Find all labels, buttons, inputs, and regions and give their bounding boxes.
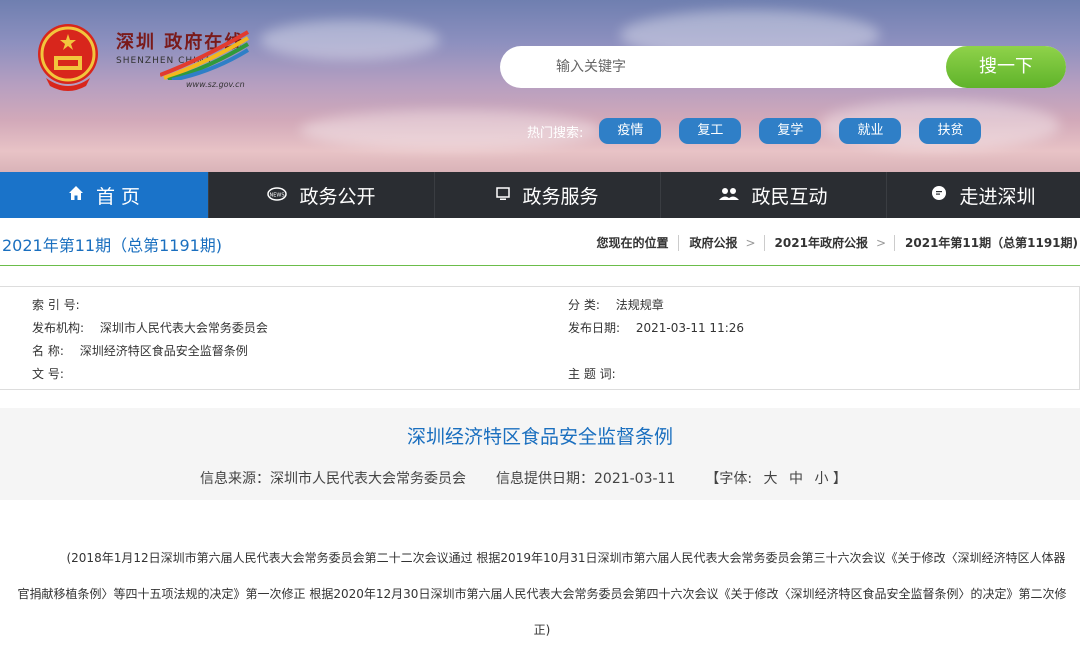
nav-item-gov-services[interactable]: 政务服务 <box>435 172 661 218</box>
document-meta: 索 引 号: 发布机构: 深圳市人民代表大会常务委员会 名 称: 深圳经济特区食… <box>0 286 1080 390</box>
breadcrumb-link[interactable]: 2021年政府公报 <box>775 234 868 251</box>
meta-category: 分 类: 法规规章 <box>568 296 664 313</box>
breadcrumb-bar: 2021年第11期（总第1191期) 您现在的位置 政府公报 > 2021年政府… <box>0 218 1080 266</box>
logo-url: www.sz.gov.cn <box>186 80 245 89</box>
nav-item-home[interactable]: 首 页 <box>0 172 209 218</box>
meta-value: 深圳市人民代表大会常务委员会 <box>99 321 268 335</box>
hot-tag[interactable]: 复工 <box>679 118 742 144</box>
monitor-icon <box>496 186 511 205</box>
meta-value: 法规规章 <box>615 298 664 312</box>
home-icon <box>68 185 84 205</box>
hot-search: 热门搜索: 疫情 复工 复学 就业 扶贫 <box>527 118 999 144</box>
font-size-control: 【字体: 大 中 小 】 <box>705 468 847 488</box>
font-large-button[interactable]: 大 <box>764 471 778 487</box>
meta-value: 深圳经济特区食品安全监督条例 <box>79 344 248 358</box>
people-icon <box>719 186 740 205</box>
nav-label: 政务公开 <box>299 185 376 208</box>
meta-key: 主 题 词: <box>568 367 616 381</box>
font-small-button[interactable]: 小 <box>814 471 828 487</box>
divider <box>678 234 680 251</box>
nav-item-about-shenzhen[interactable]: 走进深圳 <box>887 172 1080 218</box>
hot-tag[interactable]: 就业 <box>839 118 902 144</box>
hot-tag[interactable]: 复学 <box>759 118 822 144</box>
document-title: 深圳经济特区食品安全监督条例 <box>406 426 673 448</box>
logo-wing-icon <box>160 30 250 80</box>
nav-label: 首 页 <box>95 185 141 208</box>
meta-org: 发布机构: 深圳市人民代表大会常务委员会 <box>32 319 268 336</box>
font-medium-button[interactable]: 中 <box>789 471 803 487</box>
meta-topic: 主 题 词: <box>568 365 632 382</box>
search-button[interactable]: 搜一下 <box>946 46 1066 88</box>
meta-key: 名 称: <box>32 344 64 358</box>
hot-search-label: 热门搜索: <box>527 125 584 141</box>
meta-date: 发布日期: 2021-03-11 11:26 <box>568 319 744 336</box>
meta-key: 发布机构: <box>32 321 85 335</box>
info-source: 信息来源：深圳市人民代表大会常务委员会 <box>200 471 466 487</box>
meta-key: 文 号: <box>32 367 64 381</box>
nav-label: 政民互动 <box>751 185 828 208</box>
issue-title: 2021年第11期（总第1191期) <box>2 236 223 255</box>
banner-cloud <box>260 20 440 60</box>
chevron-right-icon: > <box>875 235 887 250</box>
meta-key: 发布日期: <box>568 321 621 335</box>
search-input[interactable] <box>556 46 936 88</box>
nav-label: 走进深圳 <box>959 185 1036 208</box>
document-header: 深圳经济特区食品安全监督条例 信息来源：深圳市人民代表大会常务委员会 信息提供日… <box>0 408 1080 500</box>
nav-label: 政务服务 <box>522 185 599 208</box>
meta-index: 索 引 号: <box>32 296 96 313</box>
font-label-close: 】 <box>832 471 847 487</box>
document-info: 信息来源：深圳市人民代表大会常务委员会 信息提供日期：2021-03-11 【字… <box>200 468 877 488</box>
breadcrumb: 您现在的位置 政府公报 > 2021年政府公报 > 2021年第11期（总第11… <box>596 234 1078 251</box>
breadcrumb-current[interactable]: 2021年第11期（总第1191期) <box>905 234 1078 251</box>
national-emblem-icon <box>38 24 98 91</box>
meta-value: 2021-03-11 11:26 <box>635 321 745 335</box>
font-label: 【字体: <box>705 471 753 487</box>
location-label: 您现在的位置 <box>596 236 669 250</box>
info-date: 信息提供日期：2021-03-11 <box>496 471 676 487</box>
nav-item-interaction[interactable]: 政民互动 <box>661 172 887 218</box>
main-nav: 首 页 NEWS 政务公开 政务服务 政民互动 走进深圳 <box>0 172 1080 218</box>
hot-tag[interactable]: 扶贫 <box>919 118 982 144</box>
nav-item-gov-affairs[interactable]: NEWS 政务公开 <box>209 172 435 218</box>
meta-name: 名 称: 深圳经济特区食品安全监督条例 <box>32 342 248 359</box>
chat-icon <box>931 185 947 205</box>
divider <box>763 234 765 251</box>
news-icon: NEWS <box>267 186 288 205</box>
meta-key: 分 类: <box>568 298 600 312</box>
divider <box>894 234 896 251</box>
svg-text:NEWS: NEWS <box>270 192 285 198</box>
hot-tag[interactable]: 疫情 <box>599 118 662 144</box>
meta-key: 索 引 号: <box>32 298 80 312</box>
document-body-paragraph: (2018年1月12日深圳市第六届人民代表大会常务委员会第二十二次会议通过 根据… <box>17 551 1067 637</box>
chevron-right-icon: > <box>745 235 756 250</box>
breadcrumb-link[interactable]: 政府公报 <box>689 234 737 251</box>
meta-doc-number: 文 号: <box>32 365 80 382</box>
